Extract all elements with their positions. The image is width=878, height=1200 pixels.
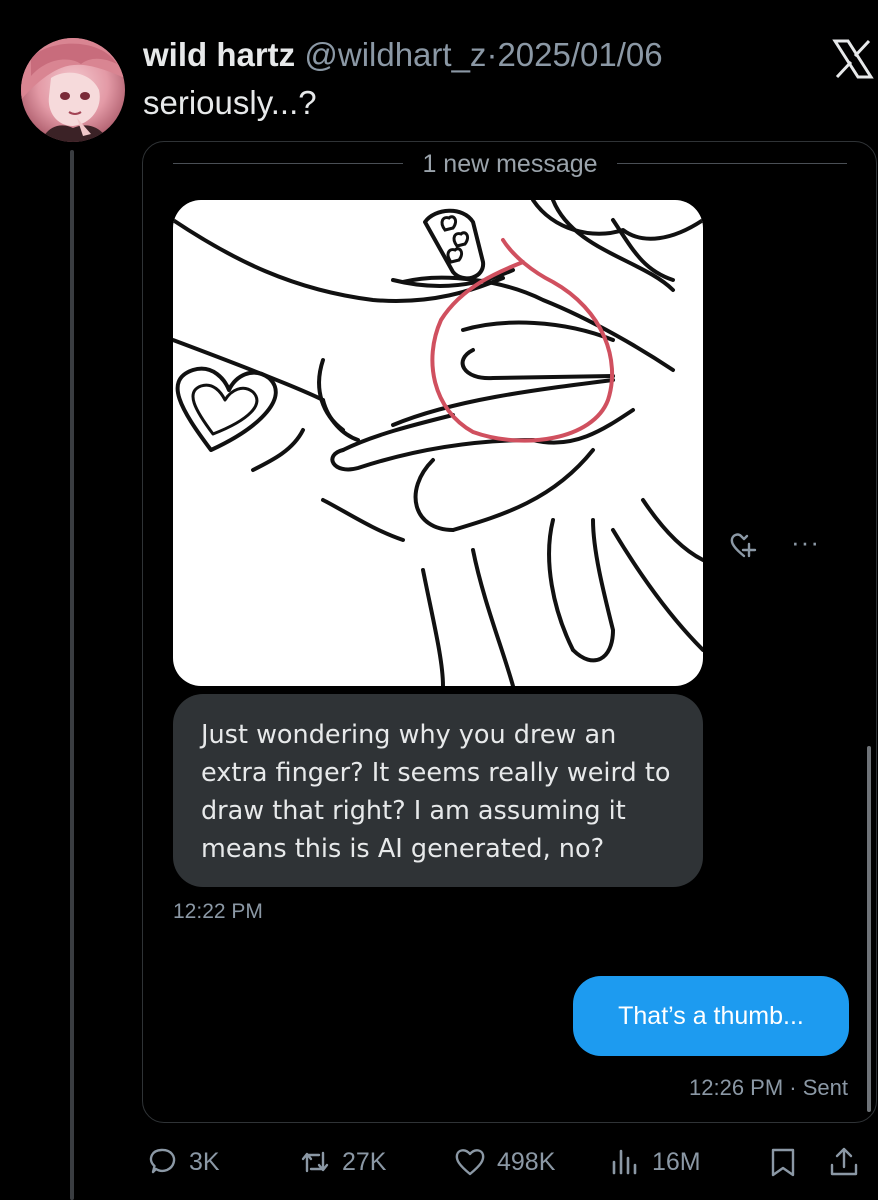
reply-count: 3K xyxy=(189,1147,220,1176)
incoming-message-text: Just wondering why you drew an extra fin… xyxy=(201,720,671,864)
repost-count: 27K xyxy=(342,1147,387,1176)
header-separator: · xyxy=(486,36,498,73)
views-icon xyxy=(612,1149,637,1175)
thread-line xyxy=(70,150,74,1200)
incoming-message-time: 12:22 PM xyxy=(173,900,263,923)
divider-line-left xyxy=(173,163,403,164)
outgoing-message-status: 12:26 PM · Sent xyxy=(689,1075,848,1100)
author-name[interactable]: wild hartz xyxy=(143,36,295,73)
divider-line-right xyxy=(617,163,847,164)
tweet-text: seriously...? xyxy=(143,84,317,121)
more-icon[interactable]: ··· xyxy=(791,529,820,555)
dm-screenshot[interactable]: 1 new message ··· Just wondering why you… xyxy=(142,141,877,1123)
attached-artwork[interactable] xyxy=(173,200,703,686)
share-button[interactable] xyxy=(827,1143,861,1181)
new-message-divider: 1 new message xyxy=(422,150,598,178)
outgoing-message-text: That’s a thumb... xyxy=(618,1001,804,1030)
tweet-date[interactable]: 2025/01/06 xyxy=(497,36,662,73)
bookmark-icon xyxy=(771,1148,795,1177)
repost-button[interactable]: 27K xyxy=(298,1143,386,1181)
author-handle[interactable]: @wildhart_z xyxy=(304,36,486,73)
reply-button[interactable]: 3K xyxy=(145,1143,220,1181)
dm-scrollbar[interactable] xyxy=(867,746,871,1112)
incoming-message-bubble[interactable]: Just wondering why you drew an extra fin… xyxy=(173,694,703,887)
tweet-page: wild hartz @wildhart_z·2025/01/06 seriou… xyxy=(0,0,878,1200)
repost-icon xyxy=(301,1151,329,1173)
outgoing-message-bubble[interactable]: That’s a thumb... xyxy=(573,976,849,1056)
bookmark-button[interactable] xyxy=(766,1143,800,1181)
like-icon xyxy=(455,1149,485,1176)
avatar-illustration xyxy=(21,38,125,142)
views-button[interactable]: 16M xyxy=(608,1143,701,1181)
like-count: 498K xyxy=(497,1147,556,1176)
reply-icon xyxy=(149,1148,176,1174)
artwork-lineart xyxy=(173,200,703,686)
share-icon xyxy=(830,1147,858,1176)
view-count: 16M xyxy=(652,1147,701,1176)
annotation-circle xyxy=(430,238,615,443)
tweet-header: wild hartz @wildhart_z·2025/01/06 xyxy=(143,36,663,74)
x-logo-icon[interactable] xyxy=(832,38,874,80)
avatar[interactable] xyxy=(21,38,125,142)
react-heart-plus-icon[interactable] xyxy=(728,529,760,561)
like-button[interactable]: 498K xyxy=(453,1143,555,1181)
